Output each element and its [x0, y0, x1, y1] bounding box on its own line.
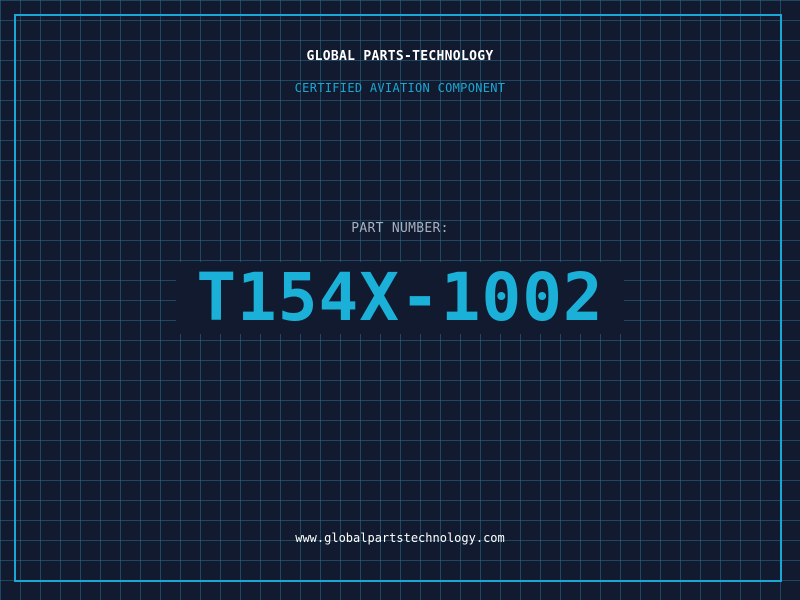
part-number-label: PART NUMBER:: [351, 221, 449, 236]
website-url: www.globalpartstechnology.com: [295, 531, 505, 545]
certification-tagline: CERTIFIED AVIATION COMPONENT: [294, 81, 506, 95]
part-number-value: T154X-1002: [196, 259, 604, 336]
company-name: GLOBAL PARTS-TECHNOLOGY: [306, 49, 494, 64]
